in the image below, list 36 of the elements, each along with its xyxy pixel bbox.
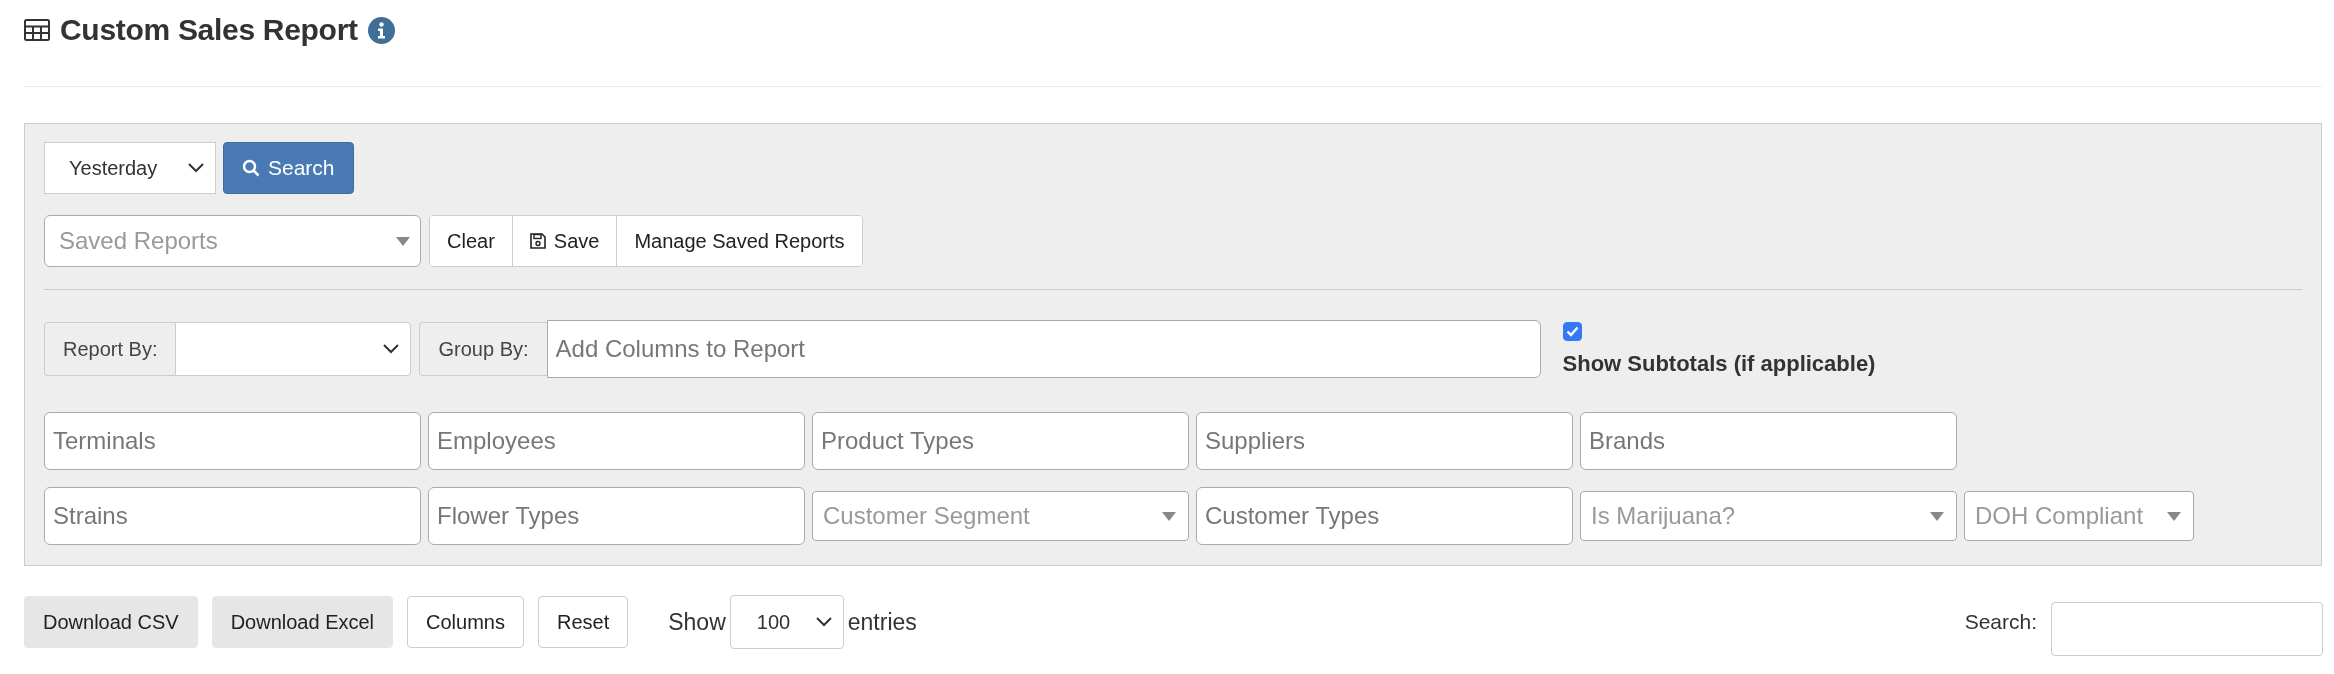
- chevron-down-icon: [814, 616, 833, 628]
- group-by-input[interactable]: Add Columns to Report: [546, 320, 1541, 378]
- caret-down-icon: [396, 236, 410, 246]
- search-button[interactable]: Search: [223, 142, 354, 194]
- filter-input[interactable]: Flower Types: [428, 487, 805, 545]
- caret-down-icon: [2167, 511, 2181, 521]
- report-by-label: Report By:: [44, 322, 176, 376]
- page-length-select[interactable]: 100: [729, 595, 844, 649]
- date-range-select[interactable]: Yesterday: [44, 142, 216, 194]
- search-icon: [242, 159, 260, 177]
- search-label: Search:: [1964, 610, 2037, 634]
- filter-input[interactable]: Product Types: [812, 412, 1189, 470]
- table-action-button[interactable]: Download Excel: [211, 596, 394, 648]
- subtotals-label: Show Subtotals (if applicable): [1562, 351, 1876, 377]
- filter-input[interactable]: Terminals: [44, 412, 421, 470]
- table-action-button[interactable]: Columns: [407, 596, 524, 648]
- filter-input[interactable]: Employees: [428, 412, 805, 470]
- chevron-down-icon: [382, 343, 401, 355]
- table-icon: [24, 19, 50, 41]
- table-search-input[interactable]: [2051, 602, 2323, 656]
- page-title: Custom Sales Report: [60, 13, 358, 47]
- filter-input[interactable]: Strains: [44, 487, 421, 545]
- show-label: Show: [668, 608, 726, 636]
- group-by-label: Group By:: [419, 322, 547, 376]
- entries-label: entries: [847, 608, 917, 636]
- table-action-button[interactable]: Download CSV: [24, 596, 198, 648]
- subtotals-checkbox[interactable]: [1562, 322, 1582, 341]
- filter-input[interactable]: Brands: [1580, 412, 1957, 470]
- chevron-down-icon: [187, 162, 205, 174]
- filter-input[interactable]: Customer Types: [1196, 487, 1573, 545]
- caret-down-icon: [1162, 511, 1176, 521]
- caret-down-icon: [1930, 511, 1944, 521]
- saved-report-button[interactable]: Manage Saved Reports: [616, 216, 862, 266]
- filter-input[interactable]: Suppliers: [1196, 412, 1573, 470]
- table-action-button[interactable]: Reset: [537, 596, 629, 648]
- info-icon[interactable]: [367, 16, 395, 44]
